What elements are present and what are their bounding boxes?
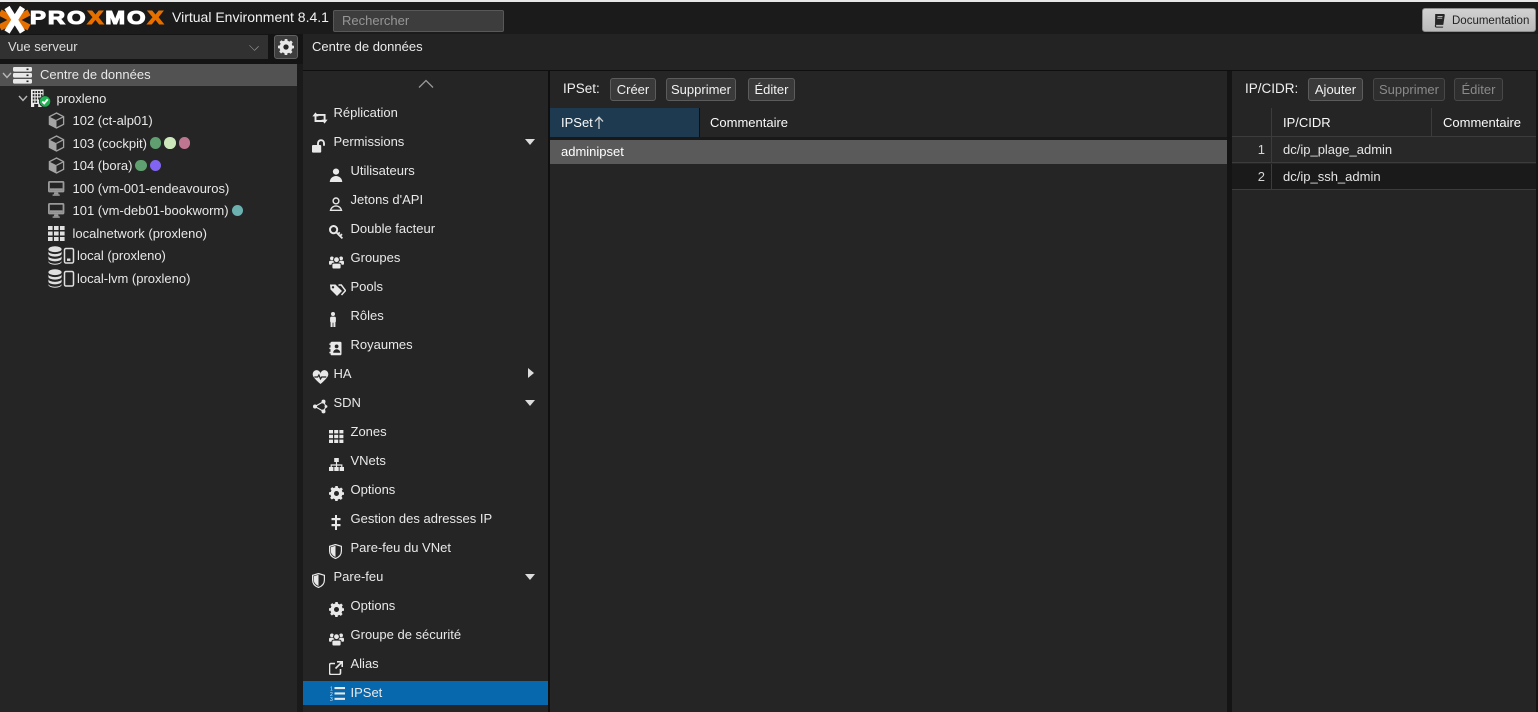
svg-text:3: 3 bbox=[330, 697, 333, 701]
